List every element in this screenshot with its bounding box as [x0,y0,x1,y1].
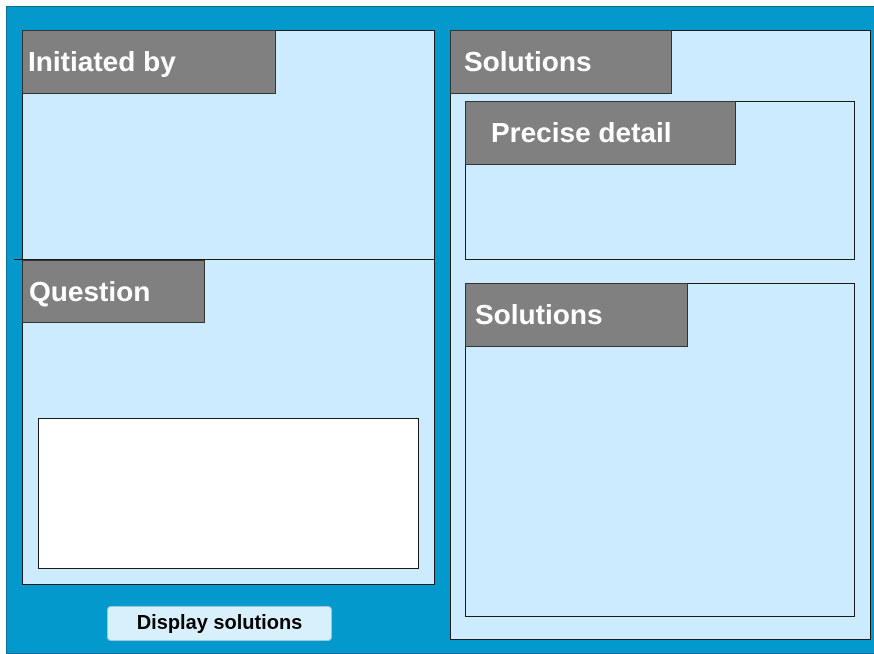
solutions-box-header: Solutions [465,283,688,347]
solutions-panel-header: Solutions [450,30,672,94]
display-solutions-button[interactable]: Display solutions [107,606,332,641]
initiated-by-header: Initiated by [22,30,276,94]
question-header: Question [22,260,205,323]
precise-detail-header: Precise detail [465,101,736,165]
question-input[interactable] [38,418,419,569]
